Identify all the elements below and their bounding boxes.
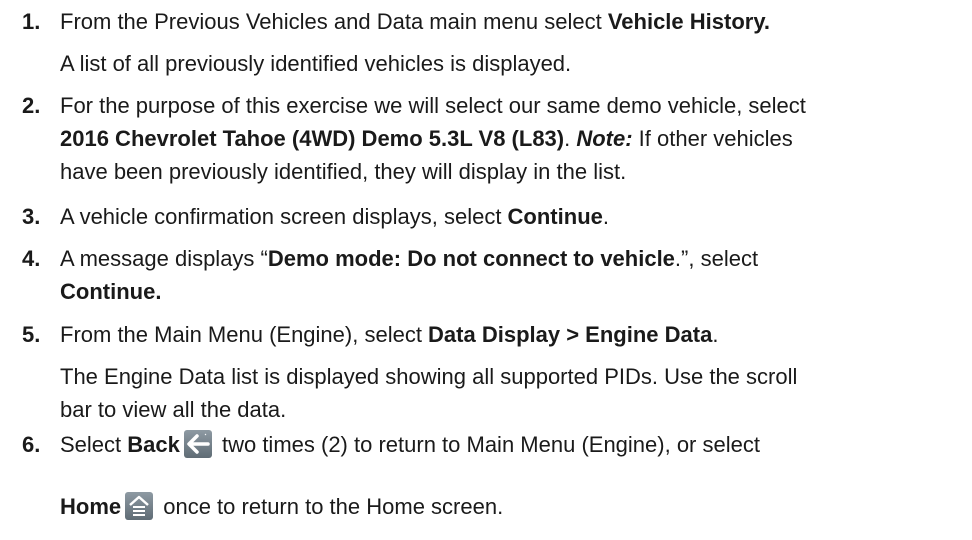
step-text: A vehicle confirmation screen displays, … xyxy=(60,204,609,229)
step-text: From the Main Menu (Engine), select Data… xyxy=(60,322,719,347)
home-label: Home xyxy=(60,494,122,519)
step-number: 1. xyxy=(22,9,41,34)
step-6-continued: Home once to return to the Home screen. xyxy=(60,492,504,521)
step-3: 3. A vehicle confirmation screen display… xyxy=(22,200,952,233)
note-label: Note: xyxy=(576,126,633,151)
step-1-result: A list of all previously identified vehi… xyxy=(60,51,572,76)
step-number: 3. xyxy=(22,204,41,229)
back-label: Back xyxy=(127,432,180,457)
demo-mode-message: Demo mode: Do not connect to vehicle xyxy=(267,246,675,271)
step-number: 6. xyxy=(22,432,41,457)
menu-item-vehicle-history: Vehicle History. xyxy=(607,9,771,34)
vehicle-name: 2016 Chevrolet Tahoe (4WD) Demo 5.3L V8 … xyxy=(60,126,565,151)
step-text: From the Previous Vehicles and Data main… xyxy=(60,9,771,34)
home-icon xyxy=(125,492,154,521)
step-5: 5. From the Main Menu (Engine), select D… xyxy=(22,318,952,351)
back-arrow-icon xyxy=(183,430,212,459)
step-4: 4. A message displays “Demo mode: Do not… xyxy=(22,242,952,308)
step-text: For the purpose of this exercise we will… xyxy=(60,93,806,184)
step-number: 5. xyxy=(22,322,41,347)
step-6: 6. Select Back two times (2) to return t… xyxy=(22,428,952,461)
step-text: A message displays “Demo mode: Do not co… xyxy=(60,246,759,304)
step-2: 2. For the purpose of this exercise we w… xyxy=(22,89,952,188)
continue-label: Continue xyxy=(507,204,603,229)
step-number: 4. xyxy=(22,246,41,271)
step-5-result: The Engine Data list is displayed showin… xyxy=(60,364,798,422)
step-number: 2. xyxy=(22,93,41,118)
continue-label: Continue. xyxy=(60,279,162,304)
step-text: Select Back two times (2) to return to M… xyxy=(60,430,760,459)
menu-path-engine-data: Data Display > Engine Data xyxy=(428,322,713,347)
step-1: 1. From the Previous Vehicles and Data m… xyxy=(22,5,952,38)
